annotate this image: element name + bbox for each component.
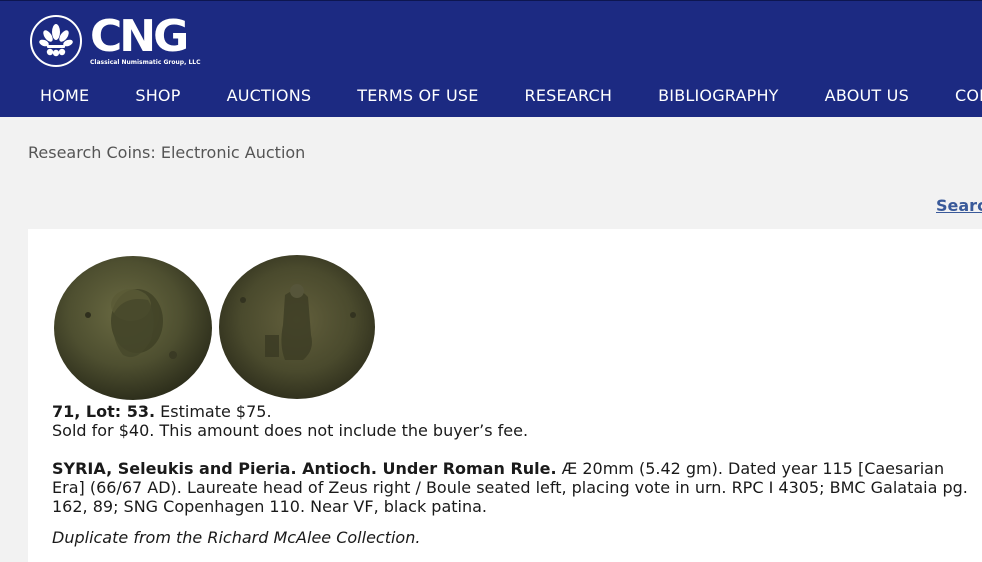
nav-home[interactable]: HOME [40, 86, 89, 105]
nav-bibliography[interactable]: BIBLIOGRAPHY [658, 86, 779, 105]
coin-image[interactable] [53, 255, 377, 401]
nav-shop[interactable]: SHOP [135, 86, 180, 105]
coin-photo [54, 255, 375, 400]
main-nav: HOME SHOP AUCTIONS TERMS OF USE RESEARCH… [40, 86, 982, 105]
site-header: CNG Classical Numismatic Group, LLC HOME… [0, 0, 982, 117]
lot-number: 71, Lot: 53. [52, 402, 156, 421]
nav-about-us[interactable]: ABOUT US [825, 86, 909, 105]
lot-provenance-note: Duplicate from the Richard McAlee Collec… [52, 528, 421, 547]
breadcrumb: Research Coins: Electronic Auction [28, 143, 306, 162]
logo-sub-text: Classical Numismatic Group, LLC [90, 59, 201, 66]
nav-contact[interactable]: CONT [955, 86, 982, 105]
fleur-de-lis-icon [30, 15, 82, 67]
nav-auctions[interactable]: AUCTIONS [227, 86, 312, 105]
lot-summary: 71, Lot: 53. Estimate $75. [52, 402, 272, 421]
search-link[interactable]: Searc [936, 196, 982, 215]
lot-sold-price: Sold for $40. This amount does not inclu… [52, 421, 529, 440]
lot-title: SYRIA, Seleukis and Pieria. Antioch. Und… [52, 459, 557, 478]
nav-research[interactable]: RESEARCH [525, 86, 613, 105]
site-logo[interactable]: CNG Classical Numismatic Group, LLC [30, 15, 201, 71]
nav-terms-of-use[interactable]: TERMS OF USE [357, 86, 478, 105]
logo-wordmark: CNG Classical Numismatic Group, LLC [90, 15, 201, 71]
lot-description: SYRIA, Seleukis and Pieria. Antioch. Und… [52, 459, 972, 516]
lot-estimate: Estimate $75. [160, 402, 272, 421]
logo-main-text: CNG [90, 11, 189, 62]
